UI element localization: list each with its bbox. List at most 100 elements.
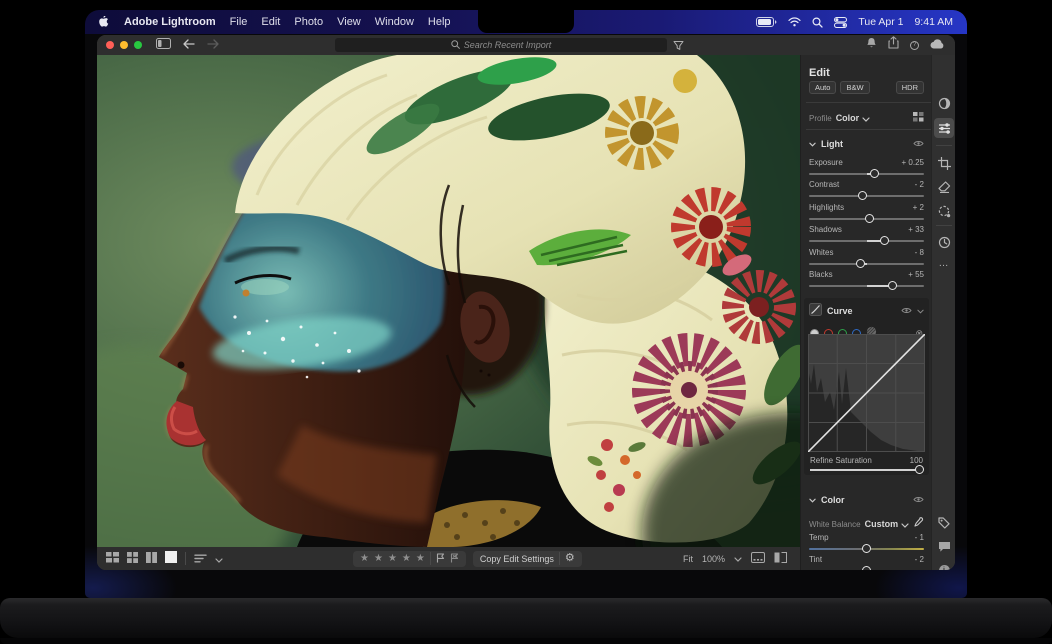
slider-label: Highlights (809, 203, 844, 212)
tone-curve-grid[interactable] (808, 334, 925, 452)
slider-track[interactable] (809, 548, 924, 550)
close-button[interactable] (106, 41, 114, 49)
wifi-icon[interactable] (788, 17, 801, 27)
control-center-icon[interactable] (834, 17, 847, 28)
pick-flag-icon[interactable] (436, 550, 445, 568)
auto-button[interactable]: Auto (809, 81, 836, 94)
sort-icon[interactable] (194, 550, 207, 568)
slider-knob[interactable] (856, 259, 865, 268)
spotlight-icon[interactable] (812, 17, 823, 28)
profile-value[interactable]: Color (836, 113, 860, 123)
white-balance-value[interactable]: Custom (865, 519, 899, 529)
menubar-time[interactable]: 9:41 AM (914, 16, 953, 28)
white-balance-chevron-icon[interactable] (901, 515, 909, 533)
presets-tone-icon[interactable] (934, 93, 954, 113)
before-after-icon[interactable] (774, 552, 787, 565)
comments-icon[interactable] (934, 537, 954, 557)
versions-history-icon[interactable] (934, 232, 954, 252)
zoom-button[interactable] (134, 41, 142, 49)
slider-track[interactable] (809, 195, 924, 197)
star-1[interactable]: ★ (360, 554, 369, 564)
shadows-slider[interactable]: Shadows+ 33 (809, 225, 924, 245)
photo-grid-view-icon[interactable] (106, 550, 119, 568)
photo-canvas[interactable] (97, 55, 800, 547)
search-input[interactable]: Search Recent Import (335, 38, 667, 52)
exposure-slider[interactable]: Exposure+ 0.25 (809, 158, 924, 178)
masking-icon[interactable] (934, 201, 954, 221)
edit-sliders-icon[interactable] (934, 118, 954, 138)
menu-help[interactable]: Help (428, 16, 451, 28)
star-3[interactable]: ★ (388, 554, 397, 564)
slider-knob[interactable] (865, 214, 874, 223)
zoom-chevron-icon[interactable] (734, 554, 742, 564)
reject-flag-icon[interactable] (450, 550, 459, 568)
light-visibility-eye-icon[interactable] (913, 139, 924, 149)
menubar-app-name[interactable]: Adobe Lightroom (124, 16, 216, 28)
blacks-slider[interactable]: Blacks+ 55 (809, 270, 924, 290)
slider-knob[interactable] (858, 191, 867, 200)
copy-edit-settings-button[interactable]: Copy Edit Settings (480, 554, 554, 564)
keywords-tag-icon[interactable] (934, 513, 954, 533)
profile-chevron-icon[interactable] (862, 109, 870, 127)
menu-edit[interactable]: Edit (261, 16, 280, 28)
cloud-sync-icon[interactable] (930, 36, 945, 54)
filmstrip-toggle-icon[interactable] (751, 552, 765, 565)
slider-track[interactable] (809, 285, 924, 287)
forward-button[interactable] (207, 36, 219, 54)
color-section-header[interactable]: Color (801, 495, 932, 505)
slider-track[interactable] (809, 173, 924, 175)
battery-icon[interactable] (756, 17, 777, 27)
star-4[interactable]: ★ (402, 554, 411, 564)
menubar-date[interactable]: Tue Apr 1 (858, 16, 903, 28)
menu-window[interactable]: Window (375, 16, 414, 28)
slider-knob[interactable] (862, 544, 871, 553)
profile-browser-icon[interactable] (913, 109, 924, 127)
notifications-bell-icon[interactable] (866, 36, 877, 54)
sort-chevron-icon[interactable] (215, 550, 223, 568)
slider-track[interactable] (809, 263, 924, 265)
menu-photo[interactable]: Photo (294, 16, 323, 28)
slider-knob[interactable] (888, 281, 897, 290)
share-icon[interactable] (888, 36, 899, 54)
minimize-button[interactable] (120, 41, 128, 49)
slider-track[interactable] (809, 240, 924, 242)
star-2[interactable]: ★ (374, 554, 383, 564)
slider-knob[interactable] (915, 465, 924, 474)
bw-button[interactable]: B&W (840, 81, 869, 94)
square-grid-view-icon[interactable] (127, 550, 138, 568)
highlights-slider[interactable]: Highlights+ 2 (809, 203, 924, 223)
temp-slider[interactable]: Temp- 1 (809, 533, 924, 553)
detail-view-icon[interactable] (165, 550, 177, 568)
slider-track[interactable] (809, 218, 924, 220)
info-icon[interactable]: i (934, 560, 954, 570)
back-button[interactable] (183, 36, 195, 54)
menu-file[interactable]: File (230, 16, 248, 28)
help-icon[interactable]: ? (910, 41, 919, 50)
hdr-button[interactable]: HDR (896, 81, 924, 94)
refine-saturation-slider[interactable] (810, 469, 923, 471)
color-visibility-eye-icon[interactable] (913, 495, 924, 505)
slider-knob[interactable] (862, 566, 871, 570)
zoom-level-value[interactable]: 100% (702, 554, 725, 564)
curve-tool-icon[interactable] (809, 303, 822, 318)
curve-collapse-chevron-icon[interactable] (917, 306, 924, 316)
crop-icon[interactable] (934, 153, 954, 173)
settings-gear-icon[interactable]: ⚙ (565, 553, 575, 564)
apple-menu-icon[interactable] (99, 16, 110, 29)
curve-visibility-eye-icon[interactable] (901, 306, 912, 316)
compare-view-icon[interactable] (146, 550, 157, 568)
star-5[interactable]: ★ (416, 554, 425, 564)
white-balance-eyedropper-icon[interactable] (913, 515, 924, 533)
zoom-fit-label[interactable]: Fit (683, 554, 693, 564)
sidebar-toggle-icon[interactable] (156, 36, 171, 54)
filter-icon[interactable] (673, 38, 684, 56)
whites-slider[interactable]: Whites- 8 (809, 248, 924, 268)
slider-knob[interactable] (870, 169, 879, 178)
tint-slider[interactable]: Tint- 2 (809, 555, 924, 570)
menu-view[interactable]: View (337, 16, 361, 28)
slider-knob[interactable] (880, 236, 889, 245)
healing-eraser-icon[interactable] (934, 177, 954, 197)
light-section-header[interactable]: Light (801, 139, 932, 149)
contrast-slider[interactable]: Contrast- 2 (809, 180, 924, 200)
more-tools-icon[interactable]: … (934, 253, 954, 273)
